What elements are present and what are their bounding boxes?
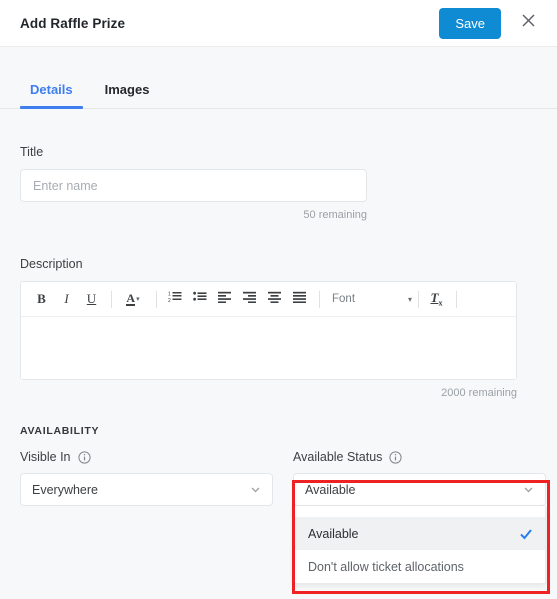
align-center-icon <box>267 290 282 308</box>
font-select-label[interactable]: Font <box>332 293 390 305</box>
page-title: Add Raffle Prize <box>20 15 126 31</box>
dropdown-option-label: Available <box>308 526 359 541</box>
editor-toolbar: B I U A ▾ 1 2 Font ▾ Tx <box>21 282 516 317</box>
align-right-button[interactable] <box>238 288 261 311</box>
info-icon[interactable] <box>77 450 91 464</box>
bulleted-list-icon <box>192 290 207 308</box>
check-icon <box>519 527 533 541</box>
align-right-icon <box>242 290 257 308</box>
title-label: Title <box>20 145 44 159</box>
align-justify-button[interactable] <box>288 288 311 311</box>
chevron-down-icon: ▾ <box>136 296 140 303</box>
align-justify-icon <box>292 290 307 308</box>
dropdown-option-dont-allow-ticket-allocations[interactable]: Don't allow ticket allocations <box>294 550 545 583</box>
remove-format-button[interactable]: Tx <box>425 288 448 311</box>
title-remaining-counter: 50 remaining <box>303 209 367 221</box>
description-label: Description <box>20 257 83 271</box>
remove-format-icon: Tx <box>430 290 443 308</box>
text-color-button[interactable]: A ▾ <box>118 288 148 311</box>
numbered-list-icon: 1 2 <box>168 290 182 308</box>
available-status-label: Available Status <box>293 450 383 464</box>
tab-details[interactable]: Details <box>20 82 83 109</box>
bold-button[interactable]: B <box>30 288 53 311</box>
dropdown-option-label: Don't allow ticket allocations <box>308 559 464 574</box>
dropdown-option-available[interactable]: Available <box>294 517 545 550</box>
toolbar-divider <box>319 290 320 308</box>
toolbar-divider <box>418 290 419 308</box>
description-textarea[interactable] <box>21 317 516 379</box>
visible-in-label-wrap: Visible In <box>20 450 273 464</box>
visible-in-group: Visible In Everywhere <box>20 450 273 506</box>
visible-in-value: Everywhere <box>32 482 98 497</box>
available-status-dropdown-menu: Available Don't allow ticket allocations <box>293 506 546 584</box>
align-center-button[interactable] <box>263 288 286 311</box>
chevron-down-icon <box>523 484 534 495</box>
chevron-down-icon <box>250 484 261 495</box>
align-left-button[interactable] <box>213 288 236 311</box>
svg-text:1: 1 <box>168 292 171 298</box>
dialog-header: Add Raffle Prize Save <box>0 0 557 47</box>
toolbar-divider <box>456 290 457 308</box>
close-icon <box>520 12 537 34</box>
underline-button[interactable]: U <box>80 288 103 311</box>
visible-in-select[interactable]: Everywhere <box>20 473 273 506</box>
description-remaining-counter: 2000 remaining <box>441 387 517 399</box>
add-raffle-prize-dialog: Add Raffle Prize Save Details Images Tit… <box>0 0 557 599</box>
available-status-select[interactable]: Available <box>293 473 546 506</box>
form-content: Title 50 remaining Description B I U A ▾ <box>0 145 557 584</box>
dropdown-spacer <box>294 506 545 517</box>
available-status-value: Available <box>305 482 356 497</box>
numbered-list-button[interactable]: 1 2 <box>163 288 186 311</box>
available-status-label-wrap: Available Status <box>293 450 546 464</box>
description-editor: B I U A ▾ 1 2 Font ▾ Tx <box>20 281 517 380</box>
font-select-chevron-down-icon[interactable]: ▾ <box>390 295 412 304</box>
available-status-group: Available Status Available Available Don… <box>293 450 546 584</box>
visible-in-label: Visible In <box>20 450 71 464</box>
tab-images[interactable]: Images <box>95 82 160 108</box>
availability-section-title: AVAILABILITY <box>20 425 100 437</box>
svg-text:2: 2 <box>168 298 171 303</box>
bulleted-list-button[interactable] <box>188 288 211 311</box>
title-input[interactable] <box>20 169 367 202</box>
toolbar-divider <box>111 290 112 308</box>
close-button[interactable] <box>513 8 543 38</box>
align-left-icon <box>217 290 232 308</box>
availability-row: Visible In Everywhere Available Status A… <box>20 450 546 584</box>
tab-bar: Details Images <box>0 47 557 109</box>
italic-button[interactable]: I <box>55 288 78 311</box>
save-button[interactable]: Save <box>439 7 501 39</box>
toolbar-divider <box>156 290 157 308</box>
info-icon[interactable] <box>389 450 403 464</box>
